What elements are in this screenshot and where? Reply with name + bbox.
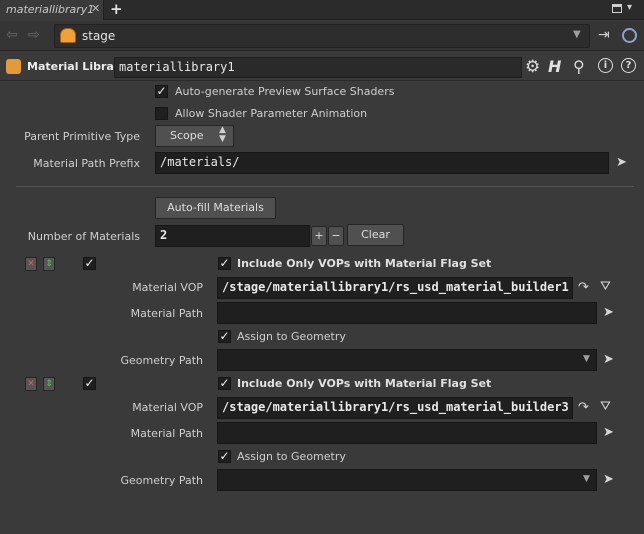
node-chooser-icon[interactable]: ➤ [603,472,614,487]
window-menu-icon[interactable] [612,4,622,13]
material-vop-label: Material VOP [132,281,203,294]
material-vop-field[interactable]: /stage/materiallibrary1/rs_usd_material_… [217,397,573,419]
chevron-down-icon[interactable]: ▼ [583,354,590,364]
enable-material-checkbox[interactable]: ✓ [83,377,96,390]
assign-geometry-checkbox[interactable]: ✓ [218,450,231,463]
info-icon[interactable]: i [598,58,613,73]
material-vop-label: Material VOP [132,401,203,414]
material-path-prefix-label: Material Path Prefix [33,157,140,170]
geometry-path-field[interactable] [217,469,597,491]
assign-geometry-checkbox[interactable]: ✓ [218,330,231,343]
node-chooser-icon[interactable]: ⛛ [600,279,611,294]
insert-instance-icon[interactable]: ⇕ [43,257,55,271]
remove-instance-icon[interactable]: ✕ [25,257,37,271]
close-icon[interactable]: ✕ [91,2,100,15]
chevron-down-icon[interactable]: ▼ [583,474,590,484]
include-only-label: Include Only VOPs with Material Flag Set [237,257,492,270]
auto-generate-checkbox[interactable]: ✓ [155,85,168,98]
include-only-checkbox[interactable]: ✓ [218,257,231,270]
tab-label: materiallibrary1 [6,3,95,16]
jump-to-icon[interactable]: ↷ [578,400,589,415]
gear-icon[interactable]: ⚙ [525,57,540,77]
geometry-path-field[interactable] [217,349,597,371]
node-name-field[interactable]: materiallibrary1 [114,57,522,78]
separator [16,186,634,187]
node-chooser-icon[interactable]: ➤ [603,352,614,367]
geometry-path-label: Geometry Path [120,474,203,487]
add-tab-icon[interactable]: + [110,0,123,18]
include-only-label: Include Only VOPs with Material Flag Set [237,377,492,390]
material-path-field[interactable] [217,422,597,444]
jump-to-icon[interactable]: ↷ [578,280,589,295]
node-type-label: Material Library [27,60,127,73]
autofill-materials-button[interactable]: Auto-fill Materials [155,197,276,219]
houdini-help-icon[interactable]: H [548,57,561,76]
num-materials-label: Number of Materials [27,230,140,243]
auto-generate-label: Auto-generate Preview Surface Shaders [175,85,395,98]
enable-material-checkbox[interactable]: ✓ [83,257,96,270]
node-chooser-icon[interactable]: ⛛ [600,399,611,414]
back-arrow-icon[interactable]: ⇦ [6,27,18,43]
remove-instance-icon[interactable]: ✕ [25,377,37,391]
chevron-down-icon[interactable]: ▾ [627,2,632,13]
network-path-label: stage [82,29,116,43]
material-path-field[interactable] [217,302,597,324]
parent-prim-type-label: Parent Primitive Type [24,130,140,143]
assign-geometry-label: Assign to Geometry [237,330,346,343]
allow-anim-checkbox[interactable] [155,107,168,120]
material-library-icon [6,59,21,74]
add-material-button[interactable]: + [311,226,327,246]
network-path-field[interactable] [54,24,590,48]
search-icon[interactable]: ⚲ [573,57,585,76]
updown-icon: ▲ ▼ [219,125,226,144]
assign-geometry-label: Assign to Geometry [237,450,346,463]
chevron-down-icon[interactable]: ▼ [573,29,581,40]
node-chooser-icon[interactable]: ➤ [603,425,614,440]
node-chooser-icon[interactable]: ➤ [616,155,627,170]
parent-prim-type-value: Scope [170,129,204,142]
allow-anim-label: Allow Shader Parameter Animation [175,107,368,120]
link-icon[interactable] [622,28,637,43]
clear-button[interactable]: Clear [347,224,404,246]
forward-arrow-icon[interactable]: ⇨ [28,27,40,43]
node-chooser-icon[interactable]: ➤ [603,305,614,320]
include-only-checkbox[interactable]: ✓ [218,377,231,390]
remove-material-button[interactable]: − [328,226,344,246]
insert-instance-icon[interactable]: ⇕ [43,377,55,391]
material-path-prefix-field[interactable]: /materials/ [155,152,609,174]
material-path-label: Material Path [130,427,203,440]
geometry-path-label: Geometry Path [120,354,203,367]
material-path-label: Material Path [130,307,203,320]
num-materials-field[interactable]: 2 [155,225,310,247]
pin-icon[interactable]: ⇥ [598,27,610,43]
material-vop-field[interactable]: /stage/materiallibrary1/rs_usd_material_… [217,277,573,299]
help-icon[interactable]: ? [621,58,636,73]
stage-icon [60,28,76,43]
